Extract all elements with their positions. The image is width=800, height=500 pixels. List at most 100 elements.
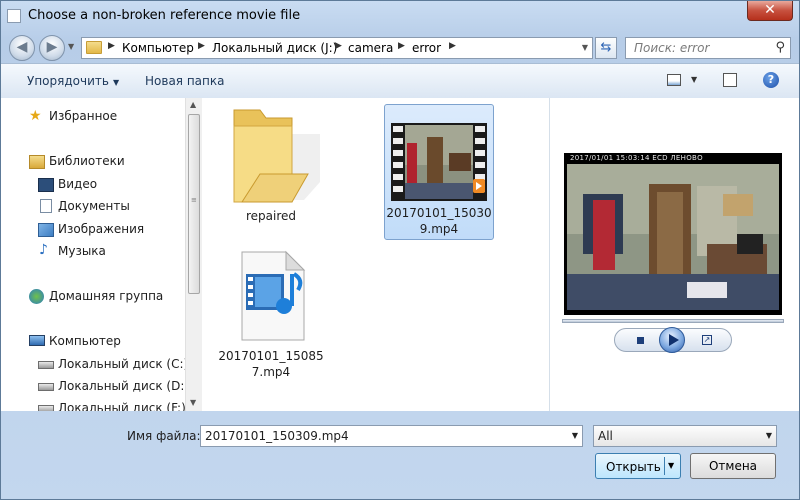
star-icon: ★	[29, 108, 42, 124]
video-library-icon	[38, 178, 54, 192]
change-view-icon[interactable]	[667, 74, 681, 86]
forward-button[interactable]: ▶	[39, 35, 65, 61]
nav-label: Локальный диск (D:)	[58, 379, 185, 393]
nav-item-homegroup[interactable]: Домашняя группа	[29, 289, 164, 304]
nav-item-drive-d[interactable]: Локальный диск (D:)	[38, 379, 185, 393]
nav-item-favorites[interactable]: ★ Избранное	[29, 108, 118, 124]
cancel-button[interactable]: Отмена	[690, 453, 776, 479]
folder-icon	[233, 109, 320, 203]
nav-label: Документы	[58, 199, 130, 213]
file-type-filter-value: All	[598, 429, 613, 443]
back-arrow-icon: ◀	[16, 39, 28, 55]
video-preview-image	[567, 164, 779, 310]
back-button[interactable]: ◀	[9, 35, 35, 61]
grip-icon: ≡	[191, 196, 197, 204]
address-bar[interactable]: ▶ Компьютер ▶ Локальный диск (J:) ▶ came…	[81, 37, 593, 59]
chevron-down-icon[interactable]: ▼	[668, 461, 674, 470]
address-history-dropdown[interactable]: ▼	[582, 43, 588, 52]
play-button[interactable]	[659, 327, 685, 353]
scroll-up-arrow-icon[interactable]: ▲	[190, 100, 196, 109]
nav-label: Домашняя группа	[49, 289, 164, 303]
nav-item-documents[interactable]: Документы	[38, 199, 130, 213]
room-scene-image	[567, 164, 779, 310]
nav-item-computer[interactable]: Компьютер	[29, 334, 121, 348]
nav-item-music[interactable]: ♪ Музыка	[38, 242, 106, 258]
file-open-dialog: Choose a non-broken reference movie file…	[0, 0, 800, 500]
filename-input[interactable]: 20170101_150309.mp4 ▼	[200, 425, 583, 447]
help-icon[interactable]: ?	[763, 72, 779, 88]
breadcrumb-error[interactable]: error	[412, 41, 441, 55]
preview-pane-toggle-icon[interactable]	[723, 73, 737, 87]
chevron-right-icon[interactable]: ▶	[449, 41, 456, 51]
nav-label: Локальный диск (F:)	[58, 401, 185, 411]
chevron-right-icon[interactable]: ▶	[198, 41, 205, 51]
homegroup-icon	[29, 289, 44, 304]
pictures-library-icon	[38, 223, 54, 237]
recent-locations-dropdown[interactable]: ▼	[68, 42, 74, 51]
refresh-button[interactable]: ⇆	[595, 37, 617, 59]
file-name-line-1: 20170101_15085	[218, 349, 324, 363]
nav-label: Библиотеки	[49, 154, 125, 168]
organize-menu-button[interactable]: Упорядочить ▼	[27, 74, 119, 88]
nav-label: Музыка	[58, 244, 106, 258]
organize-label: Упорядочить	[27, 74, 109, 88]
nav-item-pictures[interactable]: Изображения	[38, 222, 144, 237]
file-name-line-2: 7.mp4	[251, 365, 291, 379]
title-bar[interactable]: Choose a non-broken reference movie file…	[1, 1, 799, 31]
nav-label: Локальный диск (C:)	[58, 357, 185, 371]
breadcrumb-drive-j[interactable]: Локальный диск (J:)	[212, 41, 337, 55]
nav-label: Избранное	[49, 109, 118, 123]
view-options-dropdown[interactable]: ▼	[691, 75, 697, 84]
chevron-down-icon[interactable]: ▼	[572, 431, 578, 440]
close-button[interactable]: ✕	[747, 1, 793, 21]
libraries-icon	[29, 155, 45, 169]
file-item-repaired-folder[interactable]: repaired	[216, 104, 326, 234]
forward-arrow-icon: ▶	[46, 39, 58, 55]
chevron-right-icon[interactable]: ▶	[335, 41, 342, 51]
drive-icon	[38, 361, 54, 369]
preview-pane: 2017/01/01 15:03:14 ECD ЛЕНОВО ↗	[549, 98, 799, 411]
nav-item-libraries[interactable]: Библиотеки	[29, 154, 125, 169]
file-name-line-2: 9.mp4	[419, 222, 459, 236]
command-toolbar: Упорядочить ▼ Новая папка ▼ ?	[1, 63, 799, 99]
new-folder-button[interactable]: Новая папка	[145, 74, 224, 88]
split-divider	[664, 457, 665, 475]
breadcrumb-camera[interactable]: camera	[348, 41, 393, 55]
scroll-down-arrow-icon[interactable]: ▼	[190, 398, 196, 407]
drive-icon	[38, 383, 54, 391]
nav-item-drive-f[interactable]: Локальный диск (F:)	[38, 401, 185, 411]
close-icon: ✕	[764, 2, 776, 18]
open-button[interactable]: Открыть ▼	[595, 453, 681, 479]
nav-item-video[interactable]: Видео	[38, 177, 97, 192]
chevron-right-icon[interactable]: ▶	[398, 41, 405, 51]
search-input[interactable]: Поиск: error ⚲	[625, 37, 791, 59]
drive-icon	[38, 405, 54, 411]
media-file-icon	[241, 250, 306, 341]
breadcrumb-computer[interactable]: Компьютер	[122, 41, 194, 55]
dialog-body: ★ Избранное Библиотеки Видео Документы И…	[1, 98, 799, 411]
filename-label: Имя файла:	[127, 429, 201, 443]
seek-bar[interactable]	[562, 319, 784, 323]
file-name-line-1: 20170101_15030	[386, 206, 492, 220]
file-list: repaired 20170101_15030 9.mp4 20170101_1…	[202, 98, 548, 411]
file-item-video-selected[interactable]: 20170101_15030 9.mp4	[384, 104, 494, 240]
chevron-right-icon[interactable]: ▶	[108, 41, 115, 51]
player-controls: ↗	[614, 327, 732, 353]
address-row: ◀ ▶ ▼ ▶ Компьютер ▶ Локальный диск (J:) …	[1, 32, 799, 62]
nav-label: Компьютер	[49, 334, 121, 348]
file-type-filter-select[interactable]: All ▼	[593, 425, 777, 447]
navigation-scrollbar[interactable]: ▲ ≡ ▼	[185, 98, 202, 411]
open-player-icon[interactable]: ↗	[702, 335, 712, 345]
nav-item-drive-c[interactable]: Локальный диск (C:)	[38, 357, 185, 371]
computer-icon	[29, 335, 45, 346]
open-label: Открыть	[606, 460, 661, 474]
scrollbar-thumb[interactable]: ≡	[188, 114, 200, 294]
refresh-icon: ⇆	[600, 40, 612, 55]
chevron-down-icon: ▼	[112, 78, 120, 87]
search-placeholder: Поиск: error	[634, 41, 710, 55]
navigation-pane: ★ Избранное Библиотеки Видео Документы И…	[1, 98, 185, 411]
file-item-media[interactable]: 20170101_15085 7.mp4	[216, 248, 326, 388]
filename-value: 20170101_150309.mp4	[205, 429, 349, 443]
documents-library-icon	[40, 199, 52, 213]
stop-icon[interactable]	[637, 337, 644, 344]
